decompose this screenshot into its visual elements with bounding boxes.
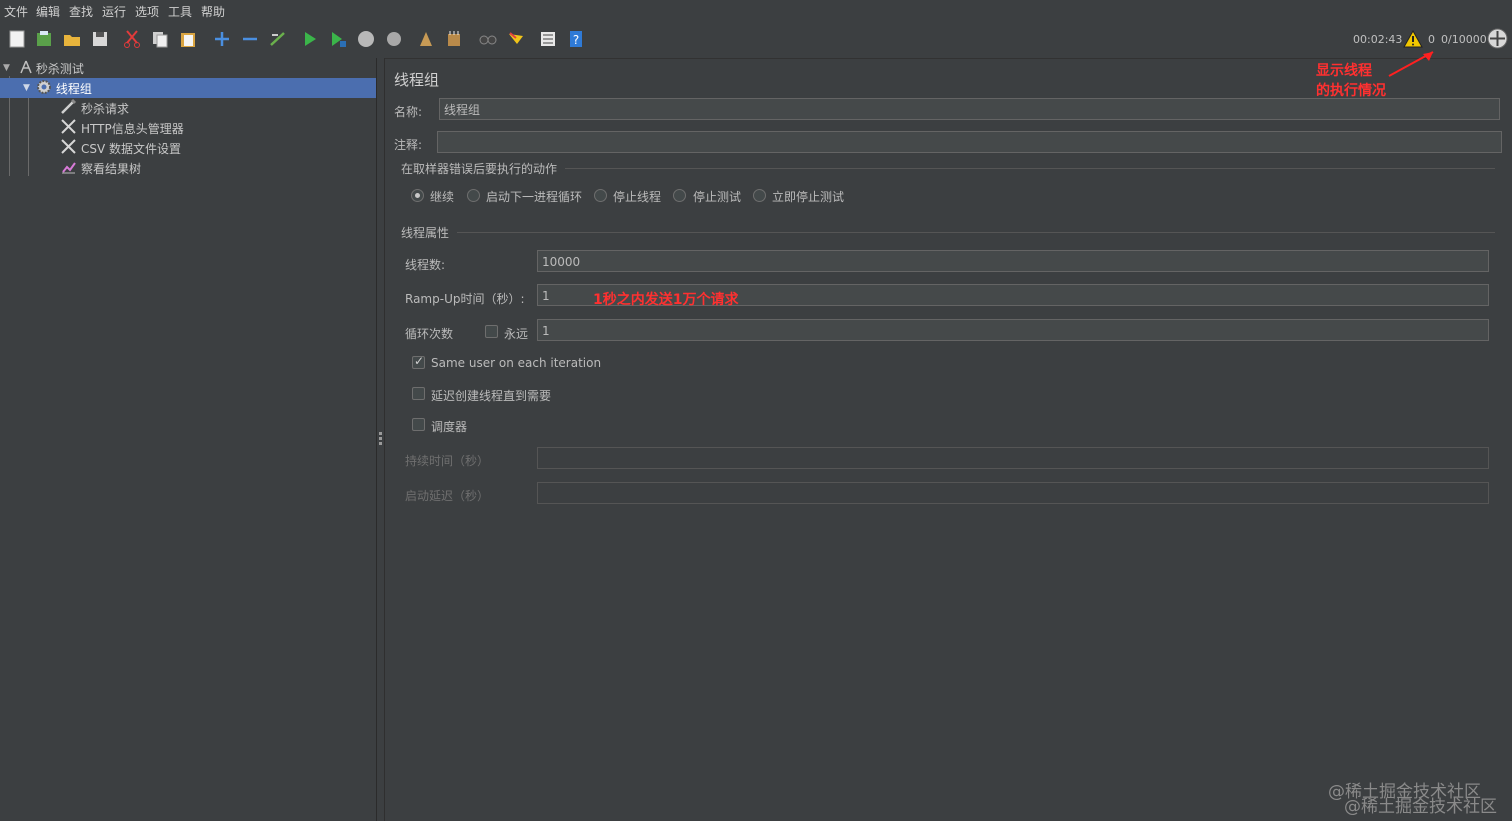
same-user-label: Same user on each iteration bbox=[431, 356, 602, 370]
menu-options[interactable]: 选项 bbox=[135, 3, 159, 20]
menu-file[interactable]: 文件 bbox=[4, 3, 28, 20]
tree-label: 线程组 bbox=[55, 81, 92, 96]
clear-all-icon[interactable] bbox=[443, 28, 465, 50]
wrench-icon bbox=[60, 138, 77, 158]
radio-stop-test-now-label: 立即停止测试 bbox=[772, 190, 845, 204]
tree-node-results-tree[interactable]: 察看结果树 bbox=[0, 158, 376, 178]
clear-icon[interactable] bbox=[415, 28, 437, 50]
loop-count-field[interactable]: 1 bbox=[537, 319, 1489, 341]
tree-label: HTTP信息头管理器 bbox=[81, 121, 184, 136]
toggle-icon[interactable] bbox=[267, 28, 289, 50]
thread-count-label: 线程数: bbox=[405, 258, 446, 272]
startup-delay-field[interactable] bbox=[537, 482, 1489, 504]
search-icon[interactable] bbox=[477, 28, 499, 50]
name-field[interactable]: 线程组 bbox=[439, 98, 1500, 120]
help-icon[interactable]: ? bbox=[565, 28, 587, 50]
start-no-pause-icon[interactable] bbox=[327, 28, 349, 50]
radio-stop-test-now[interactable] bbox=[753, 189, 766, 202]
scheduler-label: 调度器 bbox=[431, 420, 468, 434]
watermark-shadow: @稀土掘金技术社区 bbox=[1344, 797, 1497, 817]
test-plan-icon bbox=[20, 60, 32, 77]
tree-node-test-plan[interactable]: ▼ 秒杀测试 bbox=[0, 58, 376, 78]
radio-stop-thread[interactable] bbox=[594, 189, 607, 202]
save-icon[interactable] bbox=[89, 28, 111, 50]
forever-label: 永远 bbox=[504, 327, 529, 341]
menu-run[interactable]: 运行 bbox=[102, 3, 126, 20]
tree-label: 秒杀测试 bbox=[35, 61, 84, 76]
templates-icon[interactable] bbox=[33, 28, 55, 50]
delay-thread-creation-checkbox[interactable] bbox=[412, 387, 425, 400]
active-threads: 0/10000 bbox=[1441, 33, 1487, 46]
cut-icon[interactable] bbox=[121, 28, 143, 50]
delay-thread-creation-label: 延迟创建线程直到需要 bbox=[431, 389, 552, 403]
menu-search[interactable]: 查找 bbox=[69, 3, 93, 20]
new-icon[interactable] bbox=[6, 28, 28, 50]
duration-field[interactable] bbox=[537, 447, 1489, 469]
open-icon[interactable] bbox=[61, 28, 83, 50]
tree-label: 察看结果树 bbox=[81, 161, 142, 176]
copy-icon[interactable] bbox=[149, 28, 171, 50]
remote-status-icon[interactable] bbox=[1487, 28, 1508, 52]
warning-count: 0 bbox=[1428, 33, 1435, 46]
thread-properties-section-title: 线程属性 bbox=[401, 226, 450, 240]
loop-count-label: 循环次数 bbox=[405, 327, 454, 341]
menu-edit[interactable]: 编辑 bbox=[36, 3, 60, 20]
expand-icon[interactable] bbox=[211, 28, 233, 50]
collapse-icon[interactable] bbox=[239, 28, 261, 50]
pipette-icon bbox=[60, 98, 77, 118]
splitter[interactable] bbox=[377, 58, 385, 821]
error-action-section-title: 在取样器错误后要执行的动作 bbox=[401, 162, 558, 176]
menu-tools[interactable]: 工具 bbox=[168, 3, 192, 20]
duration-label: 持续时间（秒） bbox=[405, 454, 490, 468]
chevron-down-icon[interactable]: ▼ bbox=[23, 83, 30, 93]
elapsed-time: 00:02:43 bbox=[1353, 33, 1403, 46]
function-helper-icon[interactable] bbox=[537, 28, 559, 50]
stop-icon[interactable] bbox=[355, 28, 377, 50]
rampup-annotation: 1秒之内发送1万个请求 bbox=[593, 292, 739, 308]
tree-label: CSV 数据文件设置 bbox=[81, 141, 182, 156]
test-plan-tree: ▼ 秒杀测试 ▼ 线程组 秒杀请求 HTTP信息头管理器 CSV 数据文件设置 bbox=[0, 58, 377, 821]
start-icon[interactable] bbox=[299, 28, 321, 50]
gear-icon bbox=[36, 79, 52, 98]
comment-field[interactable] bbox=[437, 131, 1502, 153]
panel-title: 线程组 bbox=[394, 71, 440, 89]
comment-label: 注释: bbox=[394, 138, 423, 152]
radio-continue[interactable] bbox=[411, 189, 424, 202]
radio-stop-test[interactable] bbox=[673, 189, 686, 202]
rampup-label: Ramp-Up时间（秒）: bbox=[405, 292, 525, 306]
thread-count-field[interactable]: 10000 bbox=[537, 250, 1489, 272]
tree-node-thread-group[interactable]: ▼ 线程组 bbox=[0, 78, 376, 98]
svg-text:?: ? bbox=[573, 33, 579, 47]
reset-search-icon[interactable] bbox=[505, 28, 527, 50]
radio-continue-label: 继续 bbox=[430, 190, 455, 204]
name-label: 名称: bbox=[394, 105, 423, 119]
radio-start-next-loop-label: 启动下一进程循环 bbox=[486, 190, 583, 204]
radio-stop-test-label: 停止测试 bbox=[693, 190, 742, 204]
tree-node-csv-config[interactable]: CSV 数据文件设置 bbox=[0, 138, 376, 158]
radio-stop-thread-label: 停止线程 bbox=[613, 190, 662, 204]
tree-label: 秒杀请求 bbox=[81, 101, 130, 116]
shutdown-icon[interactable] bbox=[383, 28, 405, 50]
tree-node-sampler[interactable]: 秒杀请求 bbox=[0, 98, 376, 118]
radio-start-next-loop[interactable] bbox=[467, 189, 480, 202]
same-user-checkbox[interactable] bbox=[412, 354, 425, 369]
menu-bar: 文件 编辑 查找 运行 选项 工具 帮助 bbox=[0, 0, 1512, 22]
chevron-down-icon[interactable]: ▼ bbox=[3, 63, 10, 73]
scheduler-checkbox[interactable] bbox=[412, 418, 425, 431]
startup-delay-label: 启动延迟（秒） bbox=[405, 489, 490, 503]
thread-group-panel: 线程组 名称: 线程组 注释: 在取样器错误后要执行的动作 继续 启动下一进程循… bbox=[385, 58, 1512, 821]
chart-icon bbox=[60, 158, 77, 178]
forever-checkbox[interactable] bbox=[485, 325, 498, 338]
wrench-icon bbox=[60, 118, 77, 138]
paste-icon[interactable] bbox=[177, 28, 199, 50]
menu-help[interactable]: 帮助 bbox=[201, 3, 225, 20]
tree-node-header-manager[interactable]: HTTP信息头管理器 bbox=[0, 118, 376, 138]
